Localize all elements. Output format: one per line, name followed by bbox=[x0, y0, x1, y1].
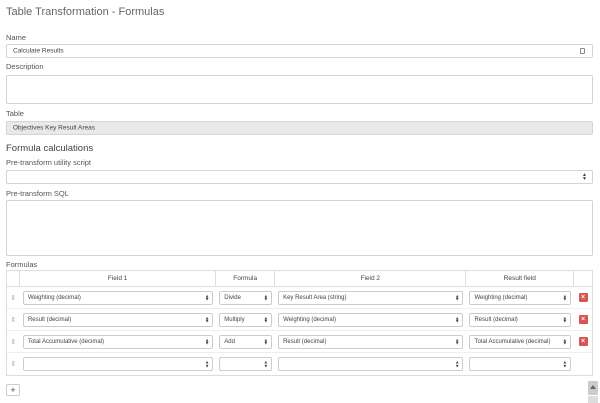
field2-select[interactable]: ▲ ▼ bbox=[278, 357, 464, 371]
field1-select[interactable]: Weighting (decimal) ▲ ▼ bbox=[22, 290, 214, 305]
formula-select[interactable]: ▲ ▼ bbox=[219, 357, 273, 371]
table-row: ⇕ Weighting (decimal) ▲ ▼ Divide ▲ ▼ Key Res… bbox=[7, 287, 592, 309]
chevron-updown-icon: ▲ ▼ bbox=[263, 315, 269, 324]
field2-value: Weighting (decimal) bbox=[283, 316, 337, 323]
chevron-updown-icon: ▲ ▼ bbox=[263, 293, 269, 302]
formula-value: Multiply bbox=[224, 316, 245, 323]
field2-select[interactable]: Result (decimal) ▲ ▼ bbox=[278, 334, 464, 349]
table-row: ⇕ Total Accumulative (decimal) ▲ ▼ Add ▲ ▼ R… bbox=[7, 331, 592, 353]
description-textarea[interactable] bbox=[6, 75, 593, 104]
field2-select[interactable]: Key Result Area (string) ▲ ▼ bbox=[278, 290, 464, 305]
formulas-table: Field 1 Formula Field 2 Result field ⇕ W… bbox=[6, 270, 593, 376]
formula-calculations-heading: Formula calculations bbox=[6, 143, 94, 154]
add-formula-button[interactable]: + bbox=[6, 384, 20, 396]
chevron-updown-icon: ▲ ▼ bbox=[204, 337, 210, 346]
formula-select[interactable]: Add ▲ ▼ bbox=[219, 334, 273, 349]
drag-handle-icon[interactable]: ⇕ bbox=[11, 338, 17, 346]
page-title: Table Transformation - Formulas bbox=[6, 6, 165, 18]
field1-value: Weighting (decimal) bbox=[27, 294, 81, 301]
result-field-value: Weighting (decimal) bbox=[474, 294, 528, 301]
document-icon[interactable] bbox=[580, 48, 585, 54]
delete-row-button[interactable]: × bbox=[578, 337, 588, 346]
result-field-select[interactable]: Weighting (decimal) ▲ ▼ bbox=[469, 290, 572, 305]
field1-value: Result (decimal) bbox=[27, 316, 72, 323]
header-drag-cell bbox=[7, 271, 20, 286]
table-label: Table bbox=[6, 109, 24, 118]
result-field-value: Total Accumulative (decimal) bbox=[474, 338, 551, 345]
result-field-select[interactable]: Result (decimal) ▲ ▼ bbox=[469, 312, 572, 327]
table-row: ⇕ ▲ ▼ ▲ ▼ ▲ ▼ ▲ ▼ bbox=[7, 353, 592, 375]
result-field-value: Result (decimal) bbox=[474, 316, 518, 323]
chevron-updown-icon: ▲ ▼ bbox=[582, 172, 587, 182]
field1-select[interactable]: Total Accumulative (decimal) ▲ ▼ bbox=[22, 334, 214, 349]
table-field: Objectives Key Result Areas bbox=[6, 121, 593, 135]
pre-transform-script-select[interactable]: ▲ ▼ bbox=[6, 170, 593, 184]
chevron-updown-icon: ▲ ▼ bbox=[263, 337, 269, 346]
pre-transform-script-label: Pre-transform utility script bbox=[6, 158, 92, 167]
field1-value: Total Accumulative (decimal) bbox=[27, 338, 104, 345]
chevron-updown-icon: ▲ ▼ bbox=[454, 359, 460, 368]
pre-transform-sql-textarea[interactable] bbox=[6, 200, 593, 256]
delete-row-button[interactable]: × bbox=[578, 293, 588, 302]
column-header-field2: Field 2 bbox=[275, 271, 467, 286]
field2-select[interactable]: Weighting (decimal) ▲ ▼ bbox=[278, 312, 464, 327]
description-label: Description bbox=[6, 62, 44, 71]
formula-value: Add bbox=[224, 338, 235, 345]
name-input[interactable]: Calculate Results bbox=[6, 44, 593, 58]
field1-select[interactable]: Result (decimal) ▲ ▼ bbox=[22, 312, 214, 327]
formula-value: Divide bbox=[224, 294, 241, 301]
formulas-table-header: Field 1 Formula Field 2 Result field bbox=[7, 271, 592, 287]
formulas-label: Formulas bbox=[6, 260, 38, 269]
formula-select[interactable]: Multiply ▲ ▼ bbox=[219, 312, 273, 327]
chevron-updown-icon: ▲ ▼ bbox=[562, 337, 568, 346]
column-header-result: Result field bbox=[466, 271, 575, 286]
column-header-formula: Formula bbox=[216, 271, 276, 286]
table-row: ⇕ Result (decimal) ▲ ▼ Multiply ▲ ▼ Weightin… bbox=[7, 309, 592, 331]
chevron-updown-icon: ▲ ▼ bbox=[562, 359, 568, 368]
scrollbar[interactable] bbox=[588, 396, 598, 403]
column-header-field1: Field 1 bbox=[20, 271, 217, 286]
table-field-value: Objectives Key Result Areas bbox=[13, 124, 96, 132]
result-field-select[interactable]: Total Accumulative (decimal) ▲ ▼ bbox=[469, 334, 572, 349]
drag-handle-icon[interactable]: ⇕ bbox=[11, 294, 17, 302]
chevron-updown-icon: ▲ ▼ bbox=[562, 315, 568, 324]
pre-transform-sql-label: Pre-transform SQL bbox=[6, 189, 69, 198]
chevron-updown-icon: ▲ ▼ bbox=[454, 337, 460, 346]
field2-value: Key Result Area (string) bbox=[283, 294, 347, 301]
chevron-updown-icon: ▲ ▼ bbox=[204, 293, 210, 302]
field1-select[interactable]: ▲ ▼ bbox=[22, 357, 214, 371]
chevron-updown-icon: ▲ ▼ bbox=[204, 315, 210, 324]
chevron-updown-icon: ▲ ▼ bbox=[204, 359, 210, 368]
result-field-select[interactable]: ▲ ▼ bbox=[469, 357, 572, 371]
field2-value: Result (decimal) bbox=[283, 338, 327, 345]
header-delete-cell bbox=[574, 271, 592, 286]
name-input-value: Calculate Results bbox=[13, 47, 64, 55]
name-label: Name bbox=[6, 33, 27, 42]
scroll-up-icon[interactable] bbox=[588, 381, 598, 395]
formula-select[interactable]: Divide ▲ ▼ bbox=[219, 290, 273, 305]
chevron-updown-icon: ▲ ▼ bbox=[454, 293, 460, 302]
chevron-updown-icon: ▲ ▼ bbox=[562, 293, 568, 302]
drag-handle-icon[interactable]: ⇕ bbox=[11, 316, 17, 324]
delete-row-button[interactable]: × bbox=[578, 315, 588, 324]
chevron-updown-icon: ▲ ▼ bbox=[263, 359, 269, 368]
drag-handle-icon[interactable]: ⇕ bbox=[11, 360, 17, 368]
chevron-updown-icon: ▲ ▼ bbox=[454, 315, 460, 324]
